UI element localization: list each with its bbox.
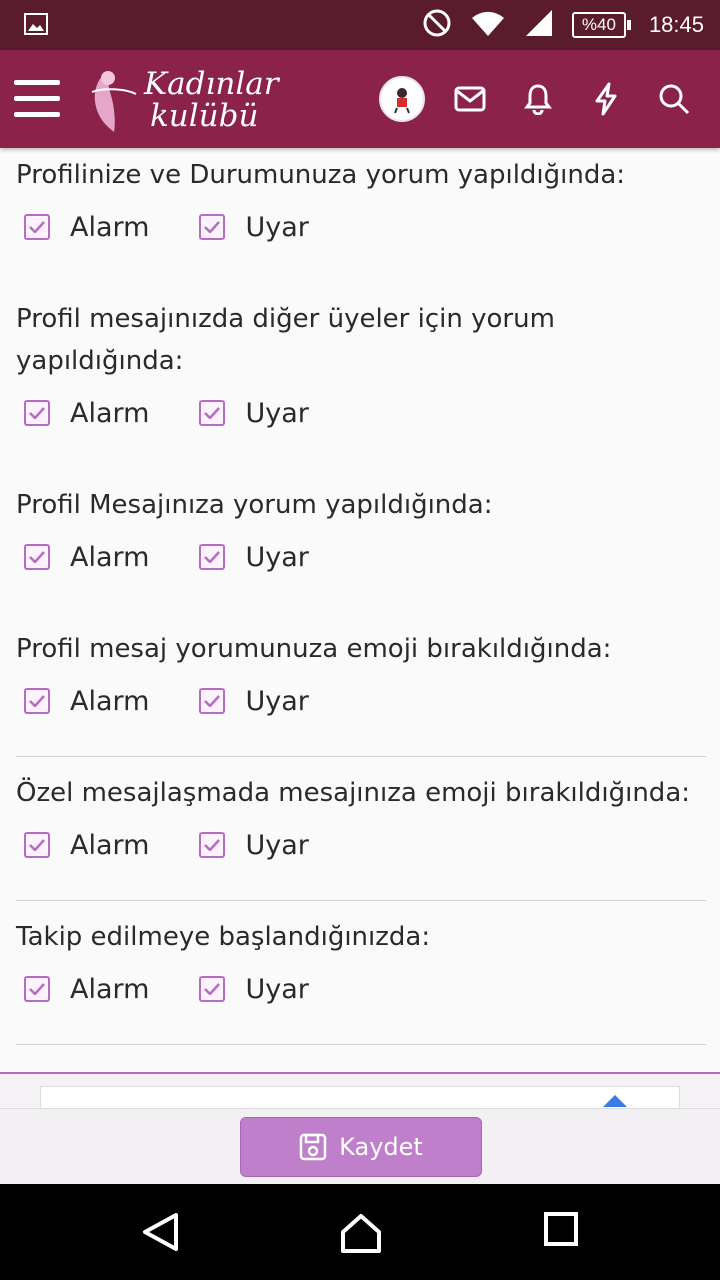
checkbox-checked-icon[interactable] bbox=[199, 400, 226, 426]
checkbox-checked-icon[interactable] bbox=[199, 688, 226, 714]
floppy-disk-icon bbox=[299, 1133, 327, 1161]
alarm-label: Alarm bbox=[70, 211, 150, 243]
divider bbox=[16, 756, 706, 757]
signal-icon bbox=[524, 8, 554, 42]
alarm-label: Alarm bbox=[70, 397, 150, 429]
warn-label: Uyar bbox=[245, 829, 309, 861]
warn-checkbox[interactable]: Uyar bbox=[199, 973, 309, 1005]
system-nav-bar bbox=[0, 1184, 720, 1280]
save-bar: Kaydet bbox=[0, 1108, 720, 1185]
checkbox-checked-icon[interactable] bbox=[24, 400, 50, 426]
logo-line1: Kadınlar bbox=[144, 66, 279, 102]
image-notification-icon bbox=[24, 13, 48, 39]
warn-label: Uyar bbox=[245, 541, 309, 573]
app-header: Kadınlar kulübü bbox=[0, 50, 720, 148]
do-not-disturb-icon bbox=[422, 8, 452, 42]
alarm-checkbox[interactable]: Alarm bbox=[24, 686, 149, 717]
checkbox-checked-icon[interactable] bbox=[24, 688, 50, 714]
alarm-checkbox[interactable]: Alarm bbox=[24, 212, 149, 243]
setting-group: Profilinize ve Durumunuza yorum yapıldığ… bbox=[16, 154, 706, 244]
alarm-label: Alarm bbox=[70, 829, 150, 861]
save-button[interactable]: Kaydet bbox=[240, 1117, 482, 1177]
setting-title: Profil mesajınızda diğer üyeler için yor… bbox=[16, 304, 555, 376]
warn-checkbox[interactable]: Uyar bbox=[199, 541, 309, 573]
notification-settings: Profilinize ve Durumunuza yorum yapıldığ… bbox=[0, 148, 720, 1072]
setting-group: Profil mesajınızda diğer üyeler için yor… bbox=[16, 298, 706, 430]
setting-group: Özel mesajlaşmada mesajınıza emoji bırak… bbox=[16, 772, 706, 862]
alarm-checkbox[interactable]: Alarm bbox=[24, 830, 149, 861]
checkbox-checked-icon[interactable] bbox=[199, 214, 226, 240]
save-button-label: Kaydet bbox=[339, 1133, 423, 1161]
avatar[interactable] bbox=[368, 69, 436, 129]
checkbox-checked-icon[interactable] bbox=[199, 832, 226, 858]
lightning-icon[interactable] bbox=[572, 69, 640, 129]
warn-checkbox[interactable]: Uyar bbox=[199, 397, 309, 429]
setting-title: Profilinize ve Durumunuza yorum yapıldığ… bbox=[16, 160, 626, 190]
ad-banner[interactable] bbox=[0, 1072, 720, 1118]
site-logo[interactable]: Kadınlar kulübü bbox=[84, 62, 284, 138]
logo-line2: kulübü bbox=[150, 98, 259, 134]
mail-icon[interactable] bbox=[436, 69, 504, 129]
alarm-label: Alarm bbox=[70, 541, 150, 573]
setting-title: Takip edilmeye başlandığınızda: bbox=[16, 922, 431, 952]
checkbox-checked-icon[interactable] bbox=[199, 544, 226, 570]
checkbox-checked-icon[interactable] bbox=[24, 214, 50, 240]
bell-icon[interactable] bbox=[504, 69, 572, 129]
warn-label: Uyar bbox=[245, 973, 309, 1005]
clock: 18:45 bbox=[648, 12, 704, 37]
warn-label: Uyar bbox=[245, 397, 309, 429]
search-icon[interactable] bbox=[640, 69, 708, 129]
wifi-icon bbox=[470, 8, 506, 42]
alarm-checkbox[interactable]: Alarm bbox=[24, 542, 149, 573]
alarm-checkbox[interactable]: Alarm bbox=[24, 974, 149, 1005]
checkbox-checked-icon[interactable] bbox=[24, 832, 50, 858]
warn-checkbox[interactable]: Uyar bbox=[199, 685, 309, 717]
back-icon[interactable] bbox=[140, 1212, 180, 1252]
status-bar: %40 18:45 bbox=[0, 0, 720, 50]
chevron-up-icon[interactable] bbox=[602, 1094, 628, 1108]
warn-label: Uyar bbox=[245, 685, 309, 717]
warn-label: Uyar bbox=[245, 211, 309, 243]
battery-icon: %40 bbox=[571, 12, 631, 38]
home-icon[interactable] bbox=[340, 1212, 382, 1254]
setting-group: Profil mesaj yorumunuza emoji bırakıldığ… bbox=[16, 628, 706, 718]
checkbox-checked-icon[interactable] bbox=[24, 976, 50, 1002]
checkbox-checked-icon[interactable] bbox=[24, 544, 50, 570]
checkbox-checked-icon[interactable] bbox=[199, 976, 226, 1002]
menu-icon[interactable] bbox=[14, 80, 60, 118]
divider bbox=[16, 900, 706, 901]
alarm-checkbox[interactable]: Alarm bbox=[24, 398, 149, 429]
setting-title: Özel mesajlaşmada mesajınıza emoji bırak… bbox=[16, 778, 691, 808]
setting-title: Profil Mesajınıza yorum yapıldığında: bbox=[16, 490, 493, 520]
alarm-label: Alarm bbox=[70, 973, 150, 1005]
divider bbox=[16, 1044, 706, 1045]
setting-group: Profil Mesajınıza yorum yapıldığında: Al… bbox=[16, 484, 706, 574]
warn-checkbox[interactable]: Uyar bbox=[199, 211, 309, 243]
warn-checkbox[interactable]: Uyar bbox=[199, 829, 309, 861]
battery-level: %40 bbox=[571, 12, 626, 38]
alarm-label: Alarm bbox=[70, 685, 150, 717]
setting-title: Profil mesaj yorumunuza emoji bırakıldığ… bbox=[16, 634, 612, 664]
setting-group: Takip edilmeye başlandığınızda: Alarm Uy… bbox=[16, 916, 706, 1006]
recents-icon[interactable] bbox=[544, 1212, 578, 1246]
